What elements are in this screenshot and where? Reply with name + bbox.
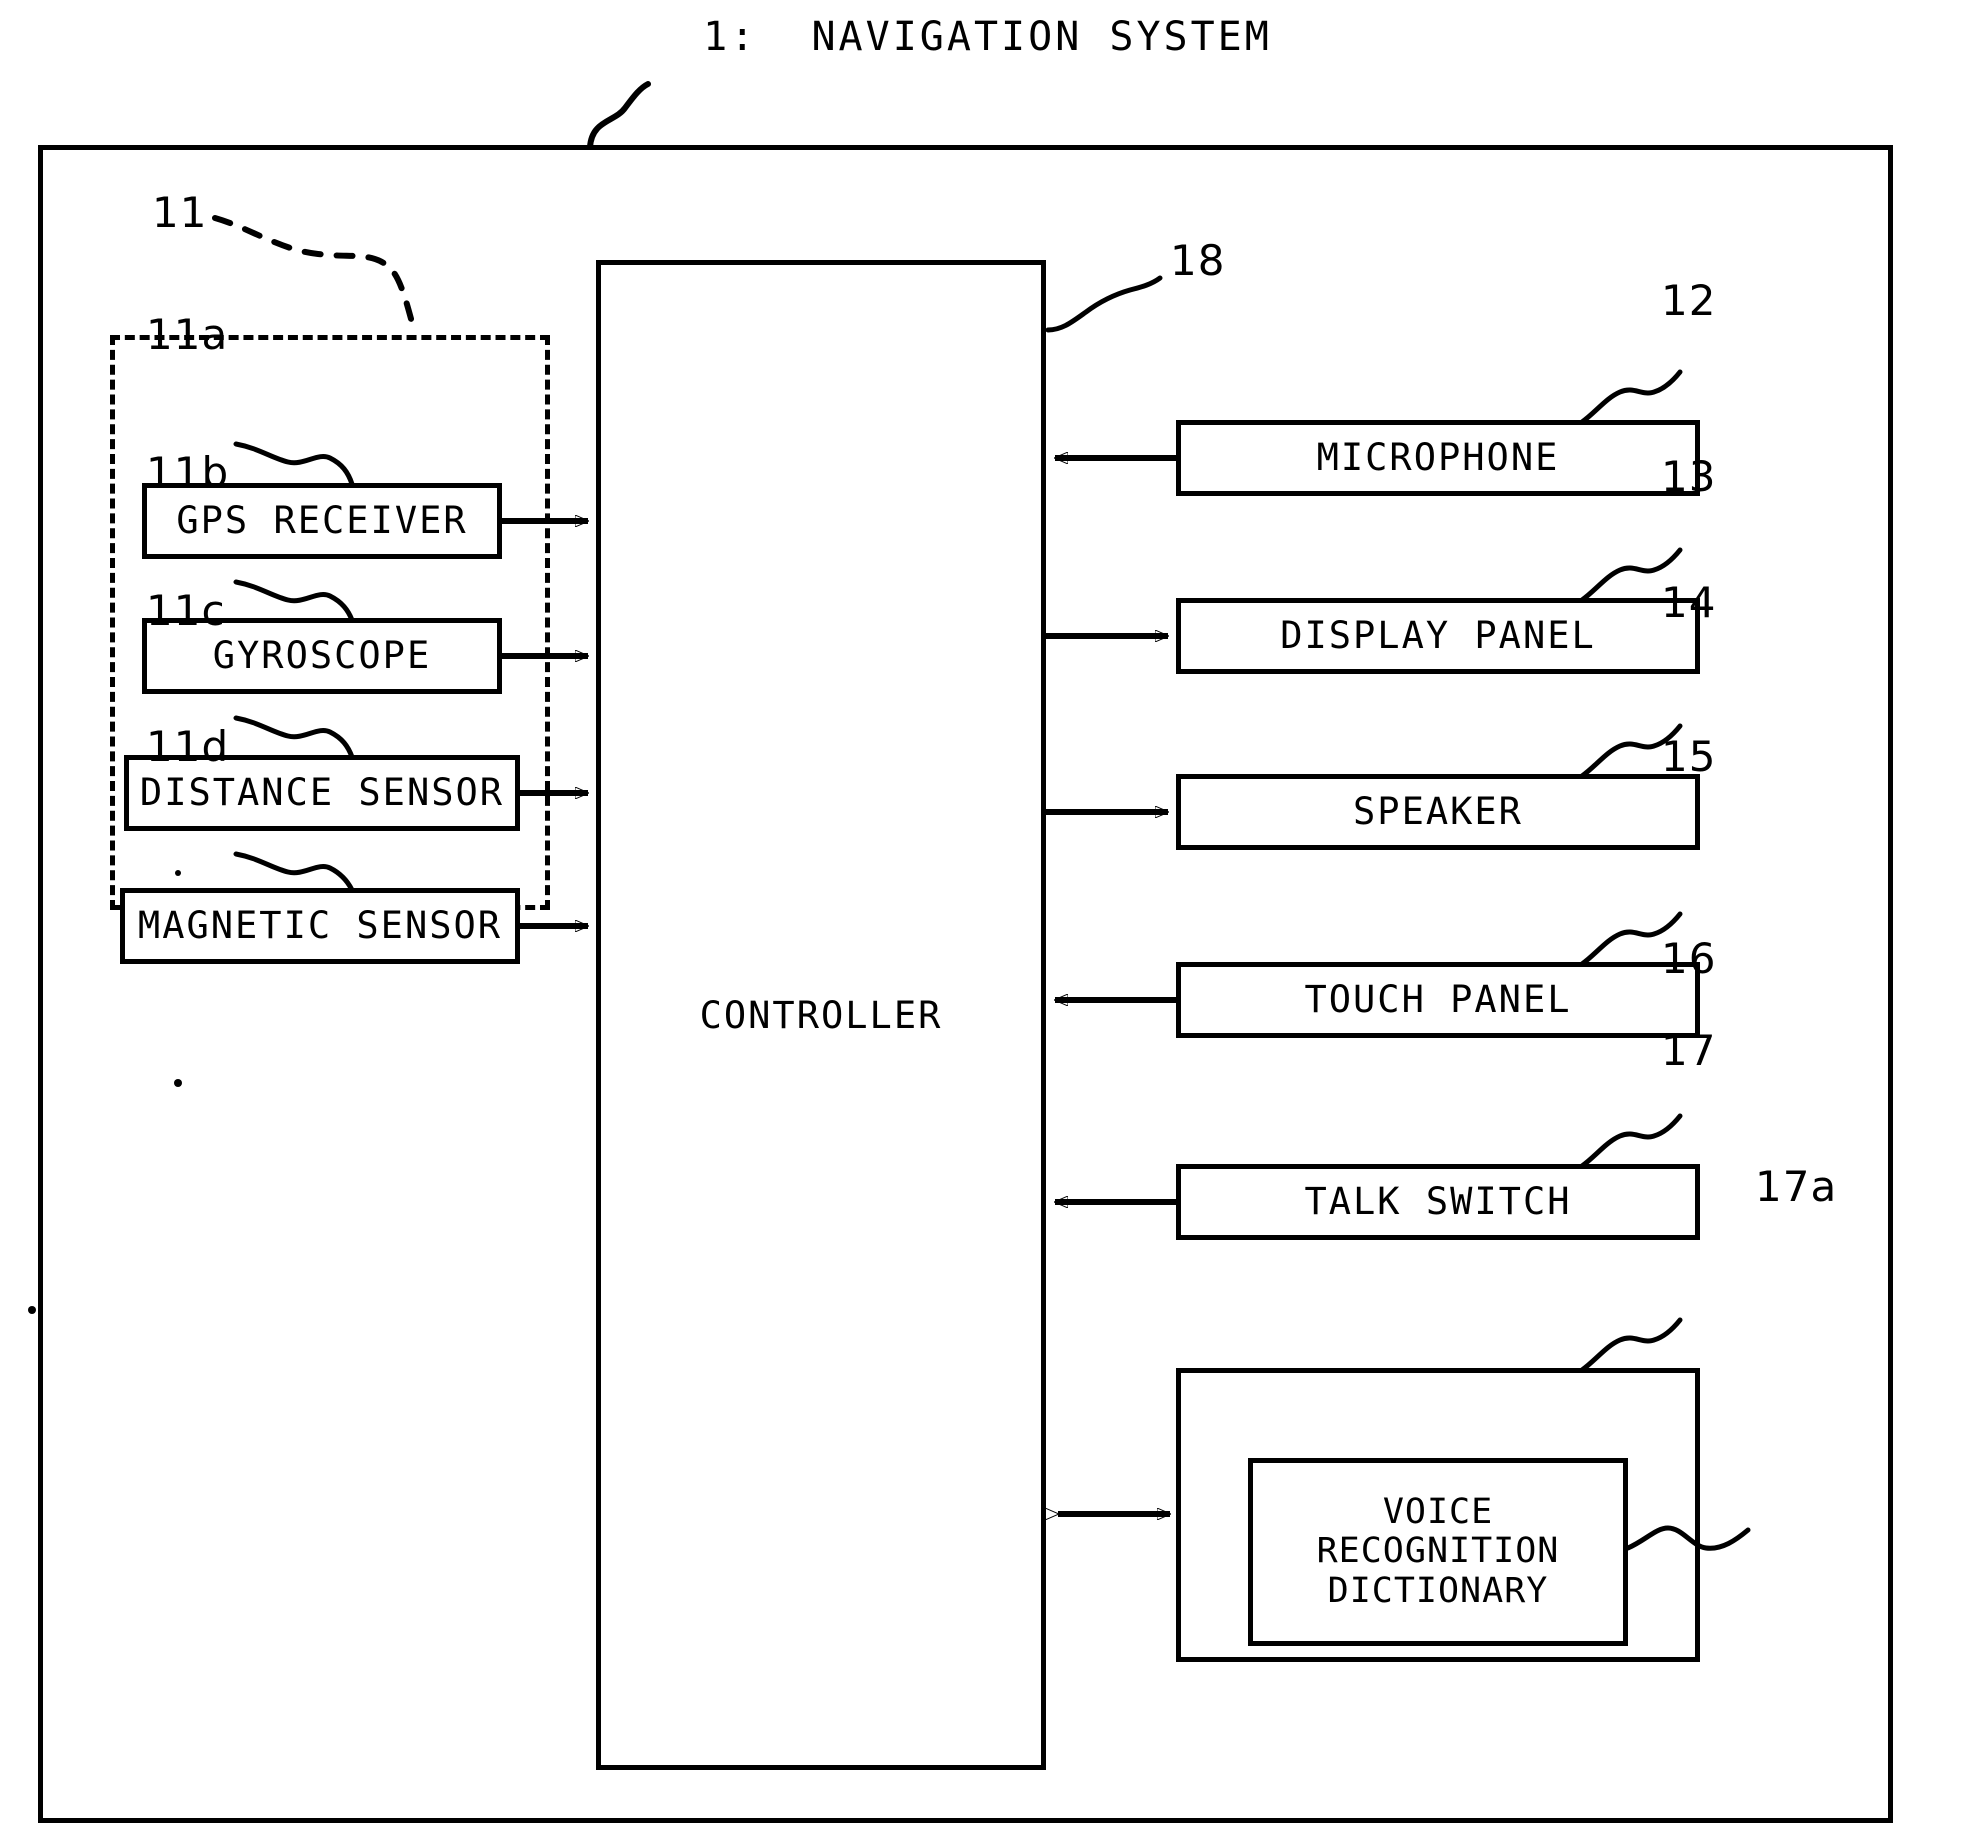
ref-label-17a: 17a [1755,1162,1838,1211]
block-magnetic-sensor[interactable]: MAGNETIC SENSOR [120,888,520,964]
block-display-panel-label: DISPLAY PANEL [1280,613,1596,657]
leader-line-title [587,81,651,150]
block-voice-recognition-dictionary[interactable]: VOICE RECOGNITION DICTIONARY [1248,1458,1628,1646]
ref-label-17: 17 [1661,1026,1717,1075]
ref-label-11: 11 [152,188,208,237]
block-magnetic-sensor-label: MAGNETIC SENSOR [137,903,503,947]
ref-label-11d: 11d [146,722,230,771]
block-display-panel[interactable]: DISPLAY PANEL [1176,598,1700,674]
block-speaker-label: SPEAKER [1353,789,1523,833]
block-controller[interactable]: CONTROLLER [596,260,1046,1770]
block-gps-receiver-label: GPS RECEIVER [176,498,468,542]
figure-title: 1: NAVIGATION SYSTEM [703,14,1272,60]
ref-label-15: 15 [1661,732,1717,781]
block-microphone-label: MICROPHONE [1316,435,1560,479]
ref-label-14: 14 [1661,578,1717,627]
figure-sheet: 1: NAVIGATION SYSTEM GPS RECEIVER GYROSC… [0,0,1975,1842]
ref-label-12: 12 [1661,276,1717,325]
block-talk-switch-label: TALK SWITCH [1304,1179,1572,1223]
block-talk-switch[interactable]: TALK SWITCH [1176,1164,1700,1240]
ref-label-11a: 11a [146,310,229,359]
ref-label-13: 13 [1661,452,1717,501]
ref-label-11b: 11b [146,448,230,497]
artifact-dot-3 [28,1306,36,1314]
block-voice-recognition-dictionary-label: VOICE RECOGNITION DICTIONARY [1316,1492,1560,1611]
block-controller-label: CONTROLLER [699,993,943,1037]
block-gyroscope-label: GYROSCOPE [212,633,432,677]
ref-label-16: 16 [1661,934,1717,983]
block-microphone[interactable]: MICROPHONE [1176,420,1700,496]
block-touch-panel-label: TOUCH PANEL [1304,977,1572,1021]
block-speaker[interactable]: SPEAKER [1176,774,1700,850]
ref-label-18: 18 [1170,236,1226,285]
block-touch-panel[interactable]: TOUCH PANEL [1176,962,1700,1038]
ref-label-11c: 11c [146,586,226,635]
block-distance-sensor-label: DISTANCE SENSOR [139,770,505,814]
